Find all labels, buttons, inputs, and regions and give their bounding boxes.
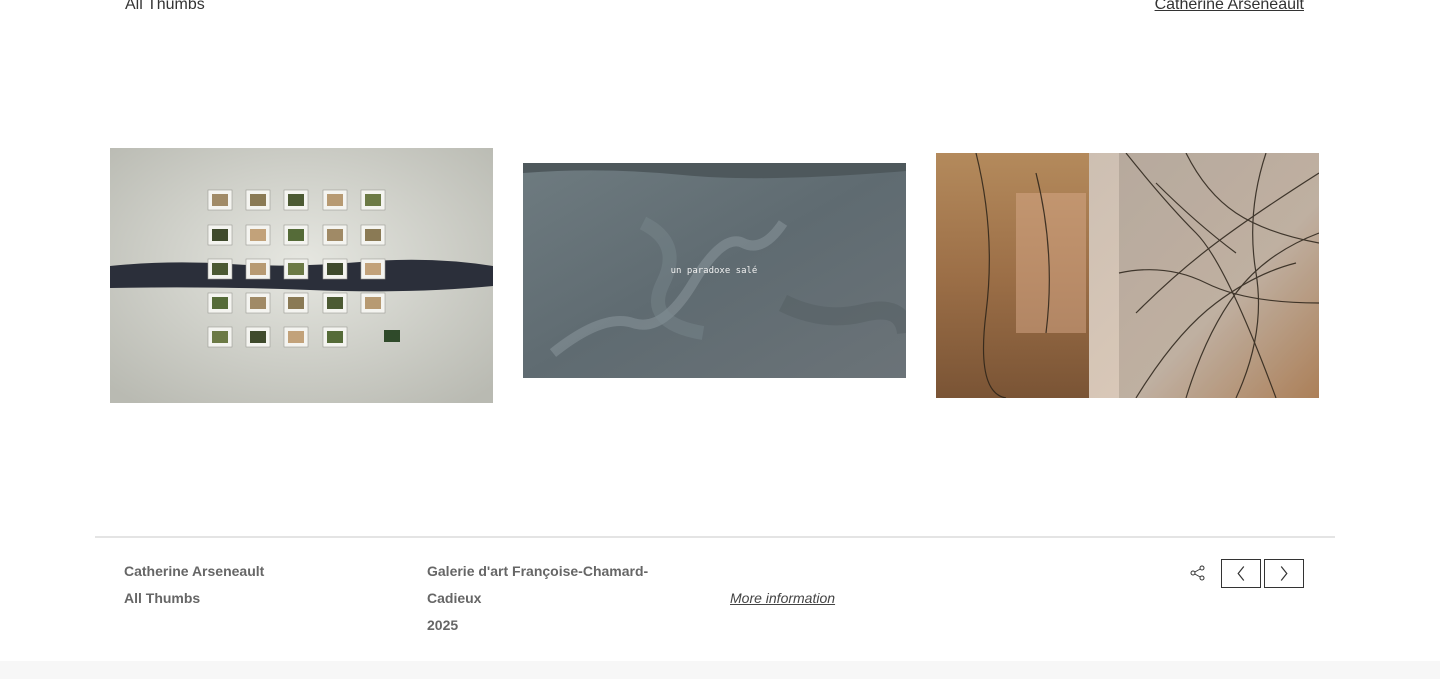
installation-frame-photo — [250, 297, 266, 309]
installation-frame-photo — [212, 194, 228, 206]
footer-year: 2025 — [427, 617, 459, 633]
installation-frame-photo — [327, 229, 343, 241]
thumbnail-branches[interactable] — [936, 153, 1319, 398]
installation-frame-photo — [365, 263, 381, 275]
installation-frame-photo — [250, 194, 266, 206]
installation-frame-photo — [327, 297, 343, 309]
installation-frame-photo — [212, 229, 228, 241]
installation-frame-photo — [212, 263, 228, 275]
installation-frame-photo — [365, 229, 381, 241]
chevron-right-icon — [1280, 566, 1288, 581]
installation-image — [110, 148, 493, 403]
installation-frame-photo — [250, 229, 266, 241]
installation-frame-photo — [250, 263, 266, 275]
installation-frame-photo — [288, 194, 304, 206]
page-bottom-strip — [0, 661, 1440, 679]
installation-frame-photo — [212, 331, 228, 343]
footer-album-name: All Thumbs — [124, 590, 201, 606]
installation-frame-photo — [250, 331, 266, 343]
installation-frame-photo — [327, 263, 343, 275]
installation-frame-photo — [288, 331, 304, 343]
previous-button[interactable] — [1221, 559, 1261, 588]
thumbnail-installation[interactable] — [110, 148, 493, 403]
album-link[interactable]: All Thumbs — [125, 0, 205, 14]
top-navigation: All Thumbs Catherine Arseneault — [0, 0, 1440, 20]
video-still-image: un paradoxe salé — [523, 163, 906, 378]
installation-frame-photo — [327, 331, 343, 343]
chevron-left-icon — [1237, 566, 1245, 581]
footer-gallery-name: Galerie d'art Françoise-Chamard-Cadieux — [427, 563, 649, 606]
installation-frame-photo — [327, 194, 343, 206]
footer-divider — [95, 536, 1335, 538]
installation-frame-photo — [212, 297, 228, 309]
artist-link[interactable]: Catherine Arseneault — [1155, 0, 1304, 14]
installation-frame-photo — [288, 297, 304, 309]
installation-frame-photo — [365, 194, 381, 206]
installation-frame-photo — [288, 229, 304, 241]
installation-small-photo — [384, 330, 400, 342]
video-caption: un paradoxe salé — [671, 265, 758, 276]
next-button[interactable] — [1264, 559, 1304, 588]
footer-artist-name: Catherine Arseneault — [124, 563, 265, 579]
installation-frame-photo — [288, 263, 304, 275]
installation-frame-photo — [365, 297, 381, 309]
share-icon[interactable] — [1189, 564, 1207, 582]
more-information-link[interactable]: More information — [730, 585, 835, 612]
thumbnail-video-still[interactable]: un paradoxe salé — [523, 163, 906, 378]
branches-image — [936, 153, 1319, 398]
